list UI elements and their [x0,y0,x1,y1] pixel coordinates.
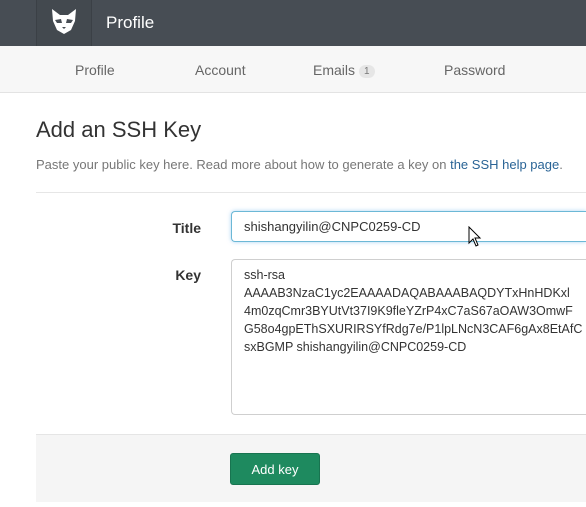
tab-profile[interactable]: Profile [75,62,115,78]
title-input[interactable] [231,211,586,242]
page-title: Add an SSH Key [36,117,202,142]
divider [36,192,586,193]
title-label: Title [172,220,201,236]
key-label: Key [175,267,201,283]
top-header-bar: Profile [0,0,586,46]
form-actions: Add key [36,434,586,502]
help-text: Paste your public key here. Read more ab… [36,157,563,172]
ssh-help-link[interactable]: the SSH help page [450,157,559,172]
cat-logo-icon [49,6,79,41]
add-key-button[interactable]: Add key [230,453,320,485]
profile-subnav: Profile Account Emails 1 Password [0,46,586,93]
mouse-cursor-icon [468,225,482,253]
tab-emails-label: Emails [313,62,356,78]
help-text-suffix: . [559,157,563,172]
tab-account[interactable]: Account [195,62,246,78]
emails-count-badge: 1 [359,65,375,78]
tab-emails[interactable]: Emails 1 [313,62,375,78]
tab-password[interactable]: Password [444,62,505,78]
header-title: Profile [106,13,155,32]
logo-button[interactable] [36,0,92,46]
help-text-prefix: Paste your public key here. Read more ab… [36,157,451,172]
key-textarea[interactable]: ssh-rsa AAAAB3NzaC1yc2EAAAADAQABAAABAQDY… [231,259,586,415]
